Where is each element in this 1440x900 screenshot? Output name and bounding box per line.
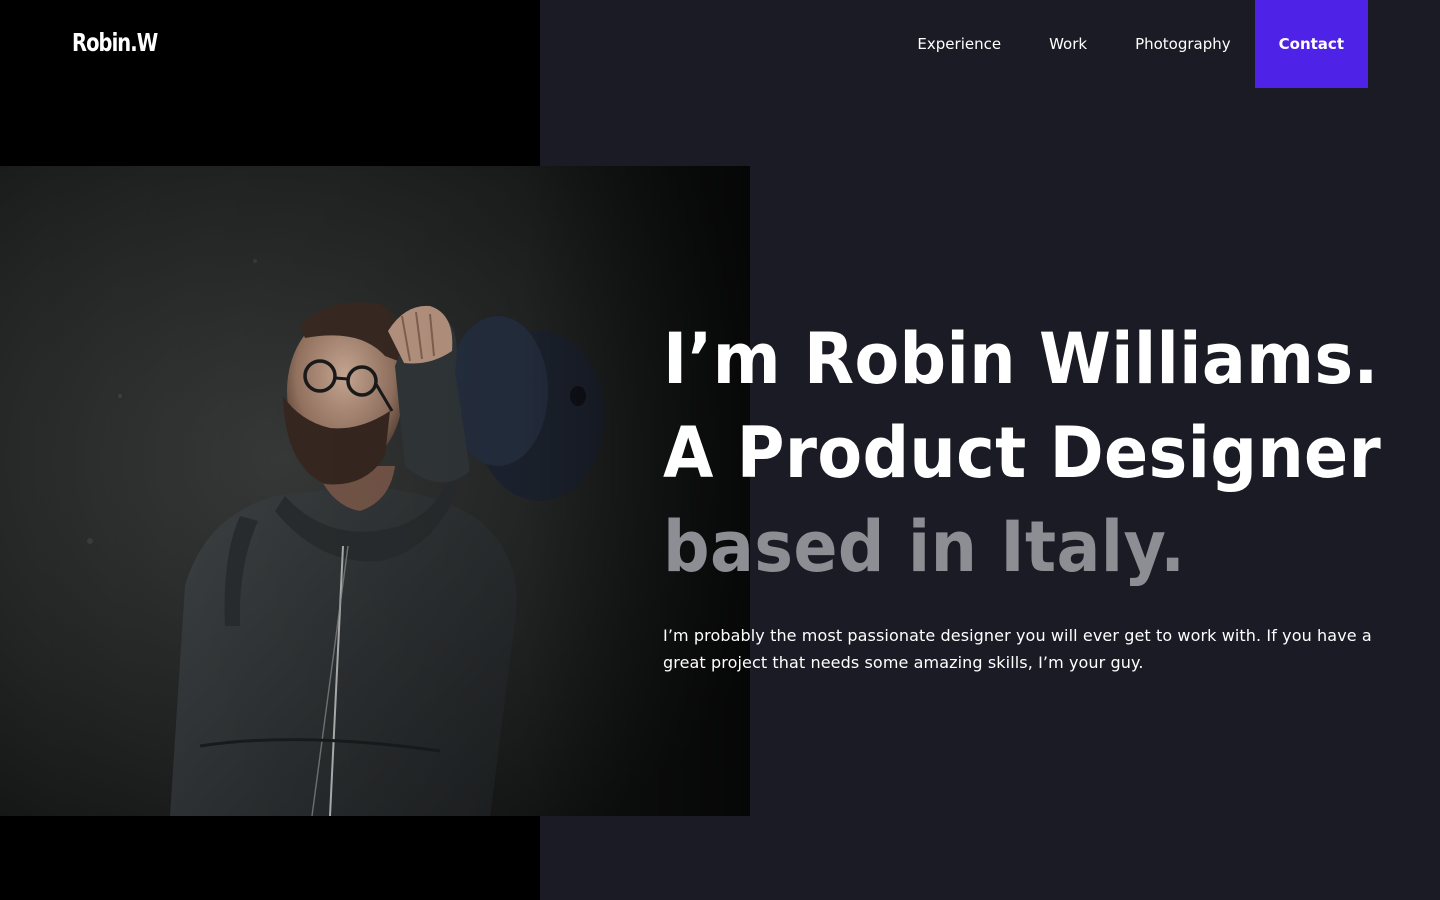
- site-logo[interactable]: Robin.W: [72, 28, 158, 57]
- nav-experience[interactable]: Experience: [893, 0, 1025, 88]
- hero-intro-text: I’m probably the most passionate designe…: [663, 626, 1372, 672]
- nav-contact-button[interactable]: Contact: [1254, 0, 1368, 88]
- main-navigation: Experience Work Photography Contact: [893, 0, 1368, 88]
- hero-title-line-2: A Product Designer: [663, 412, 1382, 494]
- hero-title-line-3: based in Italy.: [663, 506, 1186, 588]
- nav-photography[interactable]: Photography: [1111, 0, 1255, 88]
- hero-title-line-1: I’m Robin Williams.: [663, 318, 1379, 400]
- page: Robin.W Experience Work Photography Cont…: [0, 0, 1440, 900]
- nav-work[interactable]: Work: [1025, 0, 1111, 88]
- profile-photo: [0, 166, 750, 816]
- hero-heading: I’m Robin Williams. A Product Designer b…: [663, 312, 1423, 594]
- portrait-image: [0, 166, 750, 816]
